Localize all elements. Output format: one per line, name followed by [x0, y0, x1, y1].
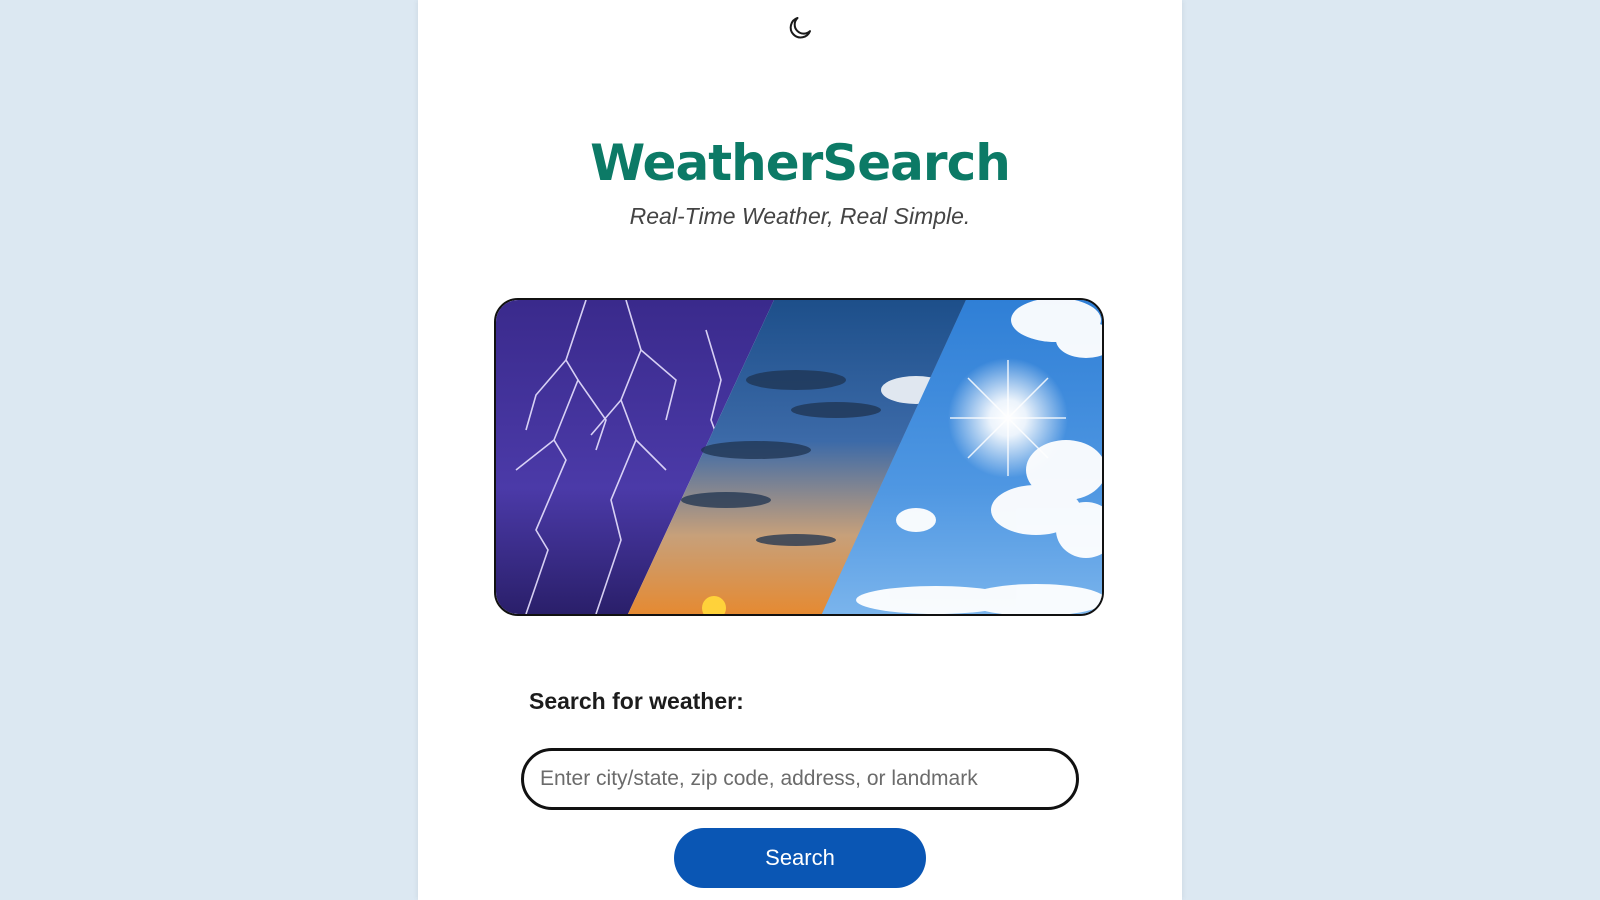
theme-toggle-button[interactable]	[782, 12, 818, 48]
search-label: Search for weather:	[529, 688, 744, 714]
search-button[interactable]: Search	[674, 828, 926, 888]
main-card: WeatherSearch Real-Time Weather, Real Si…	[418, 0, 1182, 900]
moon-icon	[785, 13, 815, 48]
page-title: WeatherSearch	[590, 134, 1011, 192]
weather-collage-image	[494, 298, 1104, 616]
search-input[interactable]	[521, 748, 1079, 810]
page-subtitle: Real-Time Weather, Real Simple.	[629, 203, 971, 229]
